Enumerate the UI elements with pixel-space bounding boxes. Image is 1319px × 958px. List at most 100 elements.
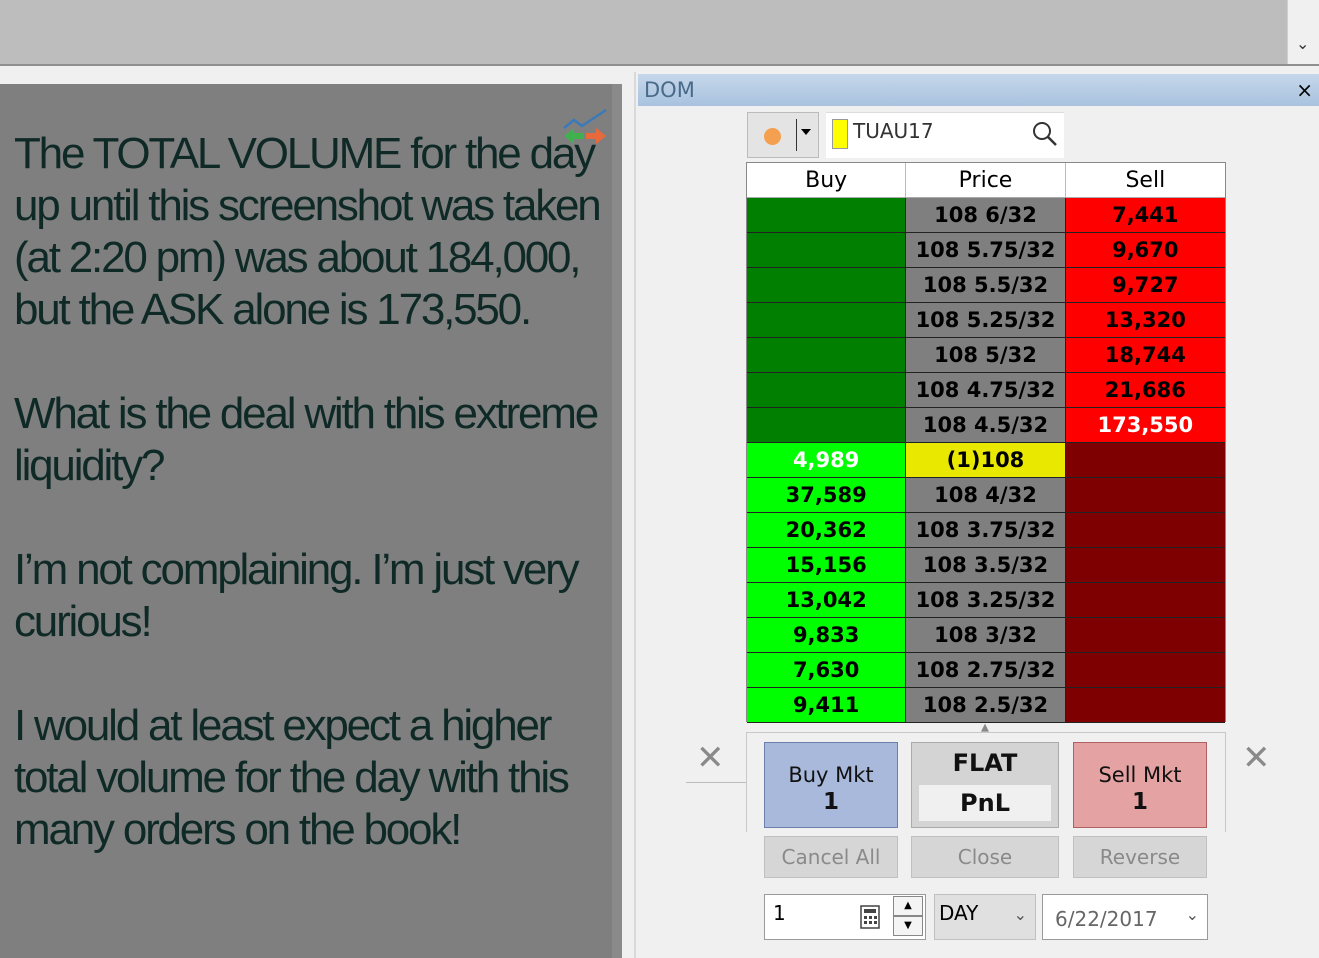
sell-cell[interactable]: 9,727 xyxy=(1065,268,1225,303)
buy-market-button[interactable]: Buy Mkt 1 xyxy=(764,742,898,828)
close-position-button[interactable]: Close xyxy=(911,836,1059,878)
increment-icon[interactable]: ▲ xyxy=(893,896,923,916)
top-scroll-button[interactable]: ⌄ xyxy=(1287,0,1319,64)
sell-cell[interactable]: 13,320 xyxy=(1065,303,1225,338)
price-cell: 108 5.5/32 xyxy=(906,268,1066,303)
ladder-row: 13,042 108 3.25/32 xyxy=(747,583,1225,618)
price-cell: 108 4/32 xyxy=(906,478,1066,513)
buy-cell[interactable]: 9,411 xyxy=(747,688,907,723)
caret-down-icon[interactable] xyxy=(801,129,811,135)
sell-market-button[interactable]: Sell Mkt 1 xyxy=(1073,742,1207,828)
price-cell: 108 3.5/32 xyxy=(906,548,1066,583)
buy-cell[interactable]: 15,156 xyxy=(747,548,907,583)
ladder-row: 108 4.5/32 173,550 xyxy=(747,408,1225,443)
link-selector[interactable] xyxy=(747,112,819,158)
sell-cell[interactable]: 21,686 xyxy=(1065,373,1225,408)
sell-cell[interactable]: 18,744 xyxy=(1065,338,1225,373)
date-value: 6/22/2017 xyxy=(1055,907,1158,931)
top-toolbar-area xyxy=(0,0,1287,64)
search-icon[interactable] xyxy=(1032,121,1058,147)
position-display: FLAT PnL xyxy=(911,742,1059,828)
quantity-value: 1 xyxy=(773,901,786,925)
last-price-cell: (1)108 4.25/32 xyxy=(906,443,1066,507)
price-cell: 108 4.5/32 xyxy=(906,408,1066,443)
divider xyxy=(796,119,797,151)
price-column-header: Price xyxy=(906,163,1066,197)
buy-cell[interactable]: 37,589 xyxy=(747,478,907,513)
instrument-symbol[interactable]: TUAU17 xyxy=(853,119,934,143)
sell-market-label: Sell Mkt xyxy=(1098,763,1182,787)
ladder-row: 37,589 108 4/32 xyxy=(747,478,1225,513)
price-cell: 108 3.25/32 xyxy=(906,583,1066,618)
quantity-stepper[interactable]: ▲ ▼ xyxy=(893,896,923,938)
buy-cell[interactable] xyxy=(747,198,907,233)
note-paragraph: I’m not complaining. I’m just very curio… xyxy=(14,545,580,646)
buy-market-label: Buy Mkt xyxy=(788,763,874,787)
buy-cell[interactable] xyxy=(747,303,907,338)
close-buy-icon[interactable]: ✕ xyxy=(696,738,725,778)
ladder-row: 108 5.75/32 9,670 xyxy=(747,233,1225,268)
sell-cell[interactable] xyxy=(1065,548,1225,583)
price-cell: 108 3/32 xyxy=(906,618,1066,653)
ladder-row: 108 4.75/32 21,686 xyxy=(747,373,1225,408)
sell-cell[interactable] xyxy=(1065,443,1225,478)
sell-cell[interactable]: 9,670 xyxy=(1065,233,1225,268)
ladder-header: Buy Price Sell xyxy=(747,163,1225,198)
sell-cell[interactable] xyxy=(1065,618,1225,653)
price-cell: 108 5.75/32 xyxy=(906,233,1066,268)
ladder-row: 108 5/32 18,744 xyxy=(747,338,1225,373)
divider xyxy=(686,782,746,783)
ladder-row: 9,833 108 3/32 xyxy=(747,618,1225,653)
ladder-row: 9,411 108 2.5/32 xyxy=(747,688,1225,723)
buy-cell[interactable]: 13,042 xyxy=(747,583,907,618)
price-cell: 108 2.5/32 xyxy=(906,688,1066,723)
sell-market-quantity: 1 xyxy=(1131,789,1148,815)
close-sell-icon[interactable]: ✕ xyxy=(1242,738,1271,778)
cancel-all-button[interactable]: Cancel All xyxy=(764,836,898,878)
sell-column-header: Sell xyxy=(1125,168,1166,193)
ladder-row: 7,630 108 2.75/32 xyxy=(747,653,1225,688)
pnl-display[interactable]: PnL xyxy=(919,785,1051,821)
buy-cell[interactable] xyxy=(747,373,907,408)
ladder-row: 108 5.5/32 9,727 xyxy=(747,268,1225,303)
buy-cell[interactable] xyxy=(747,408,907,443)
note-paragraph: What is the deal with this extreme liqui… xyxy=(14,389,599,490)
sell-cell[interactable]: 173,550 xyxy=(1065,408,1225,443)
close-icon[interactable]: × xyxy=(1296,78,1313,102)
sell-cell[interactable] xyxy=(1065,688,1225,723)
buy-cell[interactable]: 9,833 xyxy=(747,618,907,653)
date-picker[interactable]: 6/22/2017 ⌄ xyxy=(1042,894,1208,940)
sell-cell[interactable] xyxy=(1065,653,1225,688)
sell-cell[interactable]: 7,441 xyxy=(1065,198,1225,233)
buy-cell[interactable]: 4,989 xyxy=(747,443,907,478)
buy-column-header: Buy xyxy=(747,163,907,197)
reverse-button[interactable]: Reverse xyxy=(1073,836,1207,878)
price-cell: 108 4.75/32 xyxy=(906,373,1066,408)
price-cell: 108 2.75/32 xyxy=(906,653,1066,688)
panel-splitter[interactable] xyxy=(0,64,1319,72)
sell-cell[interactable] xyxy=(1065,513,1225,548)
time-in-force-select[interactable]: DAY ⌄ xyxy=(934,894,1036,940)
buy-cell[interactable] xyxy=(747,268,907,303)
dom-title: DOM xyxy=(644,78,695,102)
instrument-selector[interactable]: TUAU17 xyxy=(826,112,1064,158)
ladder-row: 108 6/32 7,441 xyxy=(747,198,1225,233)
buy-cell[interactable] xyxy=(747,338,907,373)
dom-window: DOM × TUAU17 Buy Price Sell 108 6/32 7,44… xyxy=(634,72,1319,958)
note-text: The TOTAL VOLUME for the day up until th… xyxy=(14,128,614,856)
dom-title-bar[interactable]: DOM × xyxy=(638,74,1319,106)
position-status: FLAT xyxy=(952,749,1018,777)
calculator-icon[interactable] xyxy=(860,905,880,929)
price-cell: 108 6/32 xyxy=(906,198,1066,233)
price-cell: 108 5.25/32 xyxy=(906,303,1066,338)
buy-cell[interactable] xyxy=(747,233,907,268)
sell-cell[interactable] xyxy=(1065,478,1225,513)
chevron-down-icon: ⌄ xyxy=(1296,34,1310,53)
price-cell: 108 5/32 xyxy=(906,338,1066,373)
note-paragraph: I would at least expect a higher total v… xyxy=(14,701,570,854)
sell-cell[interactable] xyxy=(1065,583,1225,618)
ladder-row: 15,156 108 3.5/32 xyxy=(747,548,1225,583)
buy-cell[interactable]: 7,630 xyxy=(747,653,907,688)
decrement-icon[interactable]: ▼ xyxy=(893,916,923,936)
buy-cell[interactable]: 20,362 xyxy=(747,513,907,548)
